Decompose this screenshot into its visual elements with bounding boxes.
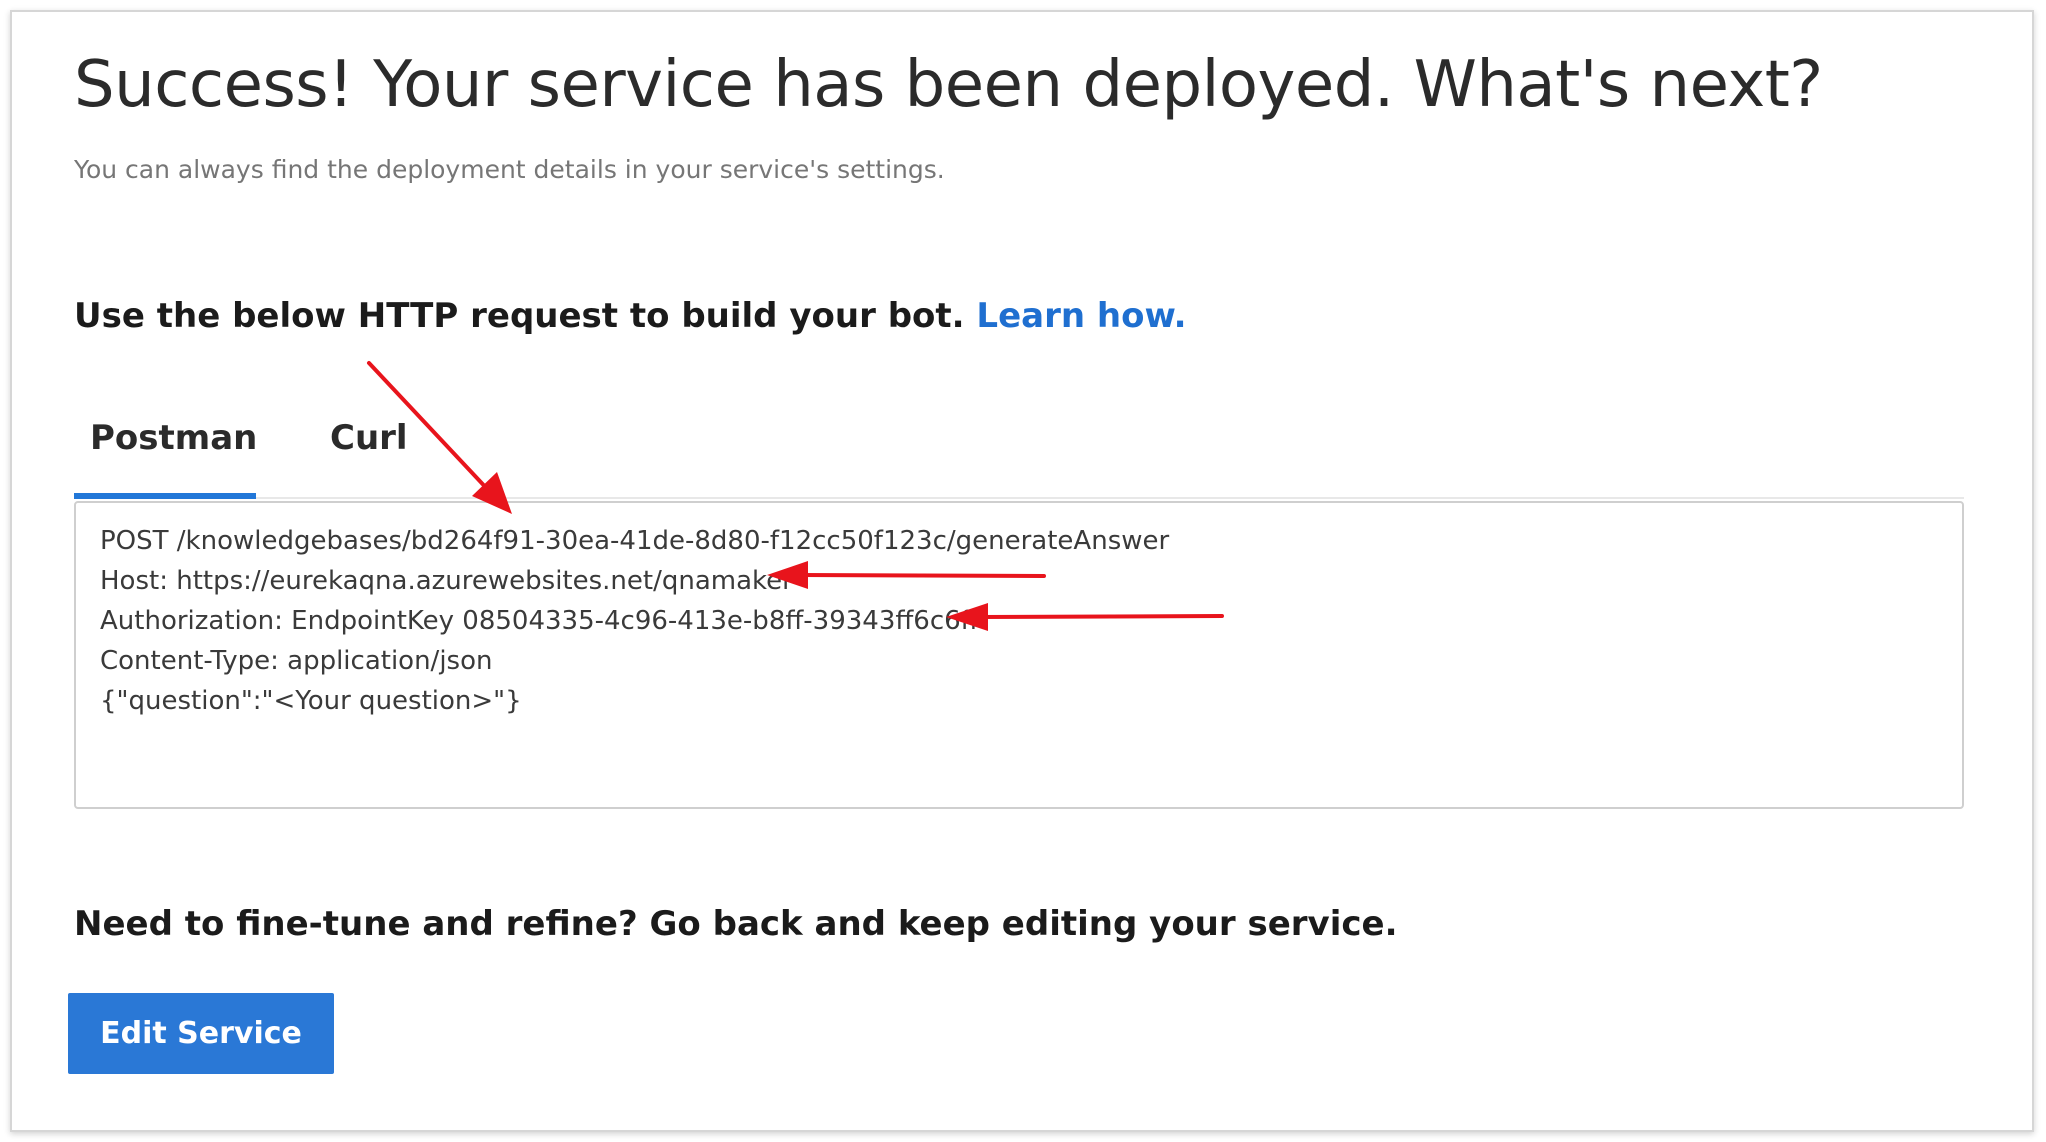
page-title: Success! Your service has been deployed.… [74,48,1823,122]
tab-divider [74,497,1964,499]
tab-postman[interactable]: Postman [90,418,257,458]
request-line-body: {"question":"<Your question>"} [100,686,522,716]
http-request-heading: Use the below HTTP request to build your… [74,296,1187,336]
request-line-content-type: Content-Type: application/json [100,646,493,676]
edit-service-heading: Need to fine-tune and refine? Go back an… [74,904,1398,944]
request-line-method: POST /knowledgebases/bd264f91-30ea-41de-… [100,526,1170,556]
http-request-textbox[interactable]: POST /knowledgebases/bd264f91-30ea-41de-… [74,501,1964,809]
learn-how-link[interactable]: Learn how. [976,296,1186,336]
http-request-heading-text: Use the below HTTP request to build your… [74,296,965,336]
request-line-authorization: Authorization: EndpointKey 08504335-4c96… [100,606,979,636]
page-subtitle: You can always find the deployment detai… [74,155,945,184]
tab-curl[interactable]: Curl [330,418,408,458]
selected-tab-indicator [74,493,256,499]
edit-service-button[interactable]: Edit Service [68,993,334,1074]
request-line-host: Host: https://eurekaqna.azurewebsites.ne… [100,566,793,596]
